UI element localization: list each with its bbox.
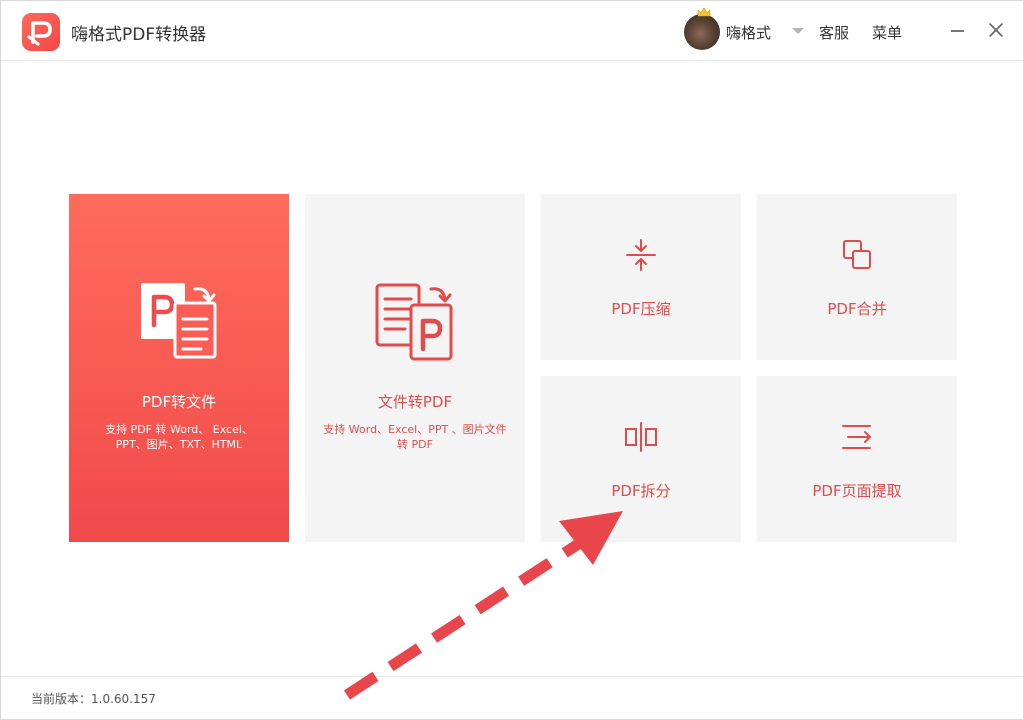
annotation-arrow-icon <box>343 511 623 700</box>
page-extract-icon <box>842 425 871 449</box>
app-title: 嗨格式PDF转换器 <box>71 25 207 45</box>
menu-button[interactable]: 菜单 <box>872 22 902 43</box>
file-to-pdf-desc: 支持 Word、Excel、PPT 、图片文件转 PDF <box>323 423 507 451</box>
minimize-icon[interactable] <box>949 21 967 39</box>
chevron-down-icon[interactable] <box>792 28 804 34</box>
merge-icon <box>843 240 871 269</box>
pdf-split-title: PDF拆分 <box>611 482 671 500</box>
close-icon[interactable] <box>987 21 1005 39</box>
file-to-pdf-icon <box>375 283 453 361</box>
file-to-pdf-tile[interactable] <box>305 194 525 542</box>
pdf-to-file-icon <box>141 283 217 359</box>
pdf-page-extract-tile[interactable]: PDF页面提取 <box>757 376 957 542</box>
pdf-merge-title: PDF合并 <box>827 300 887 318</box>
pdf-to-file-title: PDF转文件 <box>141 393 217 411</box>
pdf-to-file-desc: 支持 PDF 转 Word、 Excel、 PPT、图片、TXT、HTML <box>105 423 253 451</box>
customer-service-button[interactable]: 客服 <box>819 22 849 43</box>
pdf-compress-title: PDF压缩 <box>611 300 671 318</box>
app-window: 嗨格式PDF转换器 嗨格式 客服 菜单 PDF转文件 支持 PDF 转 Word… <box>0 0 1024 720</box>
pdf-page-extract-title: PDF页面提取 <box>812 482 902 500</box>
split-icon <box>625 422 657 452</box>
file-to-pdf-title: 文件转PDF <box>377 393 453 411</box>
username[interactable]: 嗨格式 <box>726 22 771 43</box>
pdf-to-file-tile[interactable] <box>69 194 289 542</box>
app-logo-icon <box>22 13 60 51</box>
avatar[interactable] <box>684 7 720 50</box>
version-text: 当前版本：1.0.60.157 <box>31 692 156 706</box>
pdf-merge-tile[interactable]: PDF合并 <box>757 194 957 360</box>
compress-icon <box>626 239 656 271</box>
crown-icon <box>697 7 711 17</box>
title-bar: 嗨格式PDF转换器 嗨格式 客服 菜单 <box>1 1 1023 61</box>
pdf-compress-tile[interactable]: PDF压缩 <box>541 194 741 360</box>
